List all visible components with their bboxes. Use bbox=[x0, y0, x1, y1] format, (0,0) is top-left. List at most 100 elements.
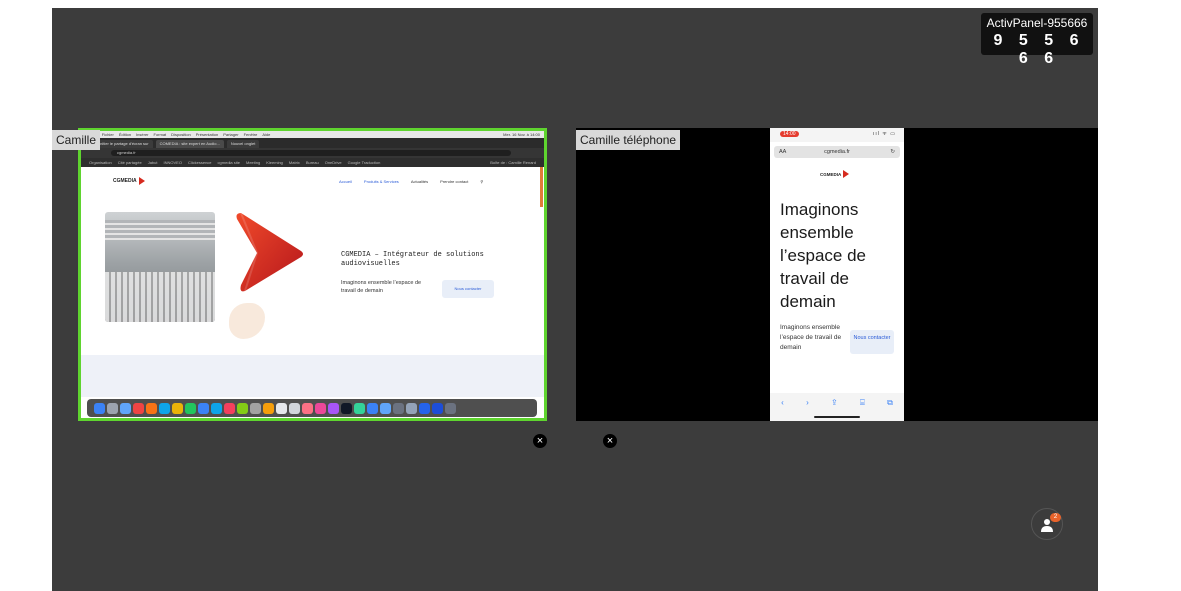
menu-item: Présentation bbox=[195, 132, 219, 137]
dock-app-icon bbox=[445, 402, 456, 414]
photo-chairs bbox=[105, 272, 215, 322]
panel-code: 9 5 5 6 6 6 bbox=[993, 32, 1085, 67]
dock-app-icon bbox=[432, 402, 443, 414]
bookmark: OneDrive bbox=[324, 160, 342, 165]
phone-status-bar: 14:00 ııl ᯤ ▭ bbox=[770, 128, 904, 142]
page-scrollbar bbox=[540, 167, 543, 207]
phone-site-logo: CGMEDIA bbox=[820, 170, 850, 178]
phone-hero-subtitle: Imaginons ensemble l’espace de travail d… bbox=[780, 324, 842, 351]
panel-id-badge: ActivPanel-955666 9 5 5 6 6 6 bbox=[981, 13, 1093, 67]
bookmark: Meeting bbox=[246, 160, 261, 165]
hero-photo bbox=[105, 212, 215, 322]
bookmark: Clickessence bbox=[187, 160, 212, 165]
phone-time: 14:00 bbox=[780, 131, 799, 137]
dock-app-icon bbox=[263, 402, 274, 414]
bookmark: Matrix bbox=[288, 160, 300, 165]
back-icon: ‹ bbox=[781, 398, 784, 407]
bookmark: Cité partagée bbox=[117, 160, 142, 165]
dock-app-icon bbox=[146, 402, 157, 414]
bookmarks-right: Boîte de : Camille Renard bbox=[490, 160, 536, 165]
bookmarks-bar: Organisation Cité partagée Jabut INNOVEO… bbox=[81, 158, 544, 167]
phone-signal-icons: ııl ᯤ ▭ bbox=[873, 131, 896, 137]
website-contact-button: Nous contacter bbox=[442, 280, 494, 298]
screen-share-tile[interactable]: Pages Fichier Édition Insérer Format Dis… bbox=[78, 128, 547, 421]
bookmark: INNOVEO bbox=[163, 160, 182, 165]
dock-app-icon bbox=[185, 402, 196, 414]
close-phone-tile-button[interactable]: × bbox=[603, 434, 617, 448]
phone-screen: 14:00 ııl ᯤ ▭ AA cgmedia.fr ↻ CGMEDIA Im… bbox=[770, 128, 904, 421]
dock-app-icon bbox=[315, 402, 326, 414]
menu-item: Édition bbox=[118, 132, 132, 137]
mac-clock: Mer. 16 Nov. à 14:00 bbox=[503, 132, 540, 137]
phone-contact-button: Nous contacter bbox=[850, 330, 894, 354]
decor-wave bbox=[81, 355, 544, 397]
hero-play-arrow-icon bbox=[236, 212, 303, 292]
mac-menubar: Pages Fichier Édition Insérer Format Dis… bbox=[81, 131, 544, 138]
dock-app-icon bbox=[224, 402, 235, 414]
bookmark: Organisation bbox=[89, 160, 112, 165]
dock-app-icon bbox=[406, 402, 417, 414]
browser-tab-active: COMEDIA : site expert en Audio... bbox=[155, 140, 224, 148]
browser-url-field: cgmedia.fr bbox=[111, 150, 511, 156]
dock-app-icon bbox=[237, 402, 248, 414]
dock-app-icon bbox=[133, 402, 144, 414]
panel-name: ActivPanel-955666 bbox=[986, 16, 1088, 30]
decor-blob bbox=[229, 303, 265, 339]
bookmark: cgmedia site bbox=[217, 160, 240, 165]
dock-app-icon bbox=[172, 402, 183, 414]
menu-item: Insérer bbox=[136, 132, 149, 137]
dock-app-icon bbox=[367, 402, 378, 414]
dock-app-icon bbox=[94, 402, 105, 414]
close-camille-tile-button[interactable]: × bbox=[533, 434, 547, 448]
dock-app-icon bbox=[419, 402, 430, 414]
dock-app-icon bbox=[211, 402, 222, 414]
bookmark: Google Traduction bbox=[347, 160, 381, 165]
dock-app-icon bbox=[289, 402, 300, 414]
website-hero-title: CGMEDIA – Intégrateur de solutions audio… bbox=[341, 251, 484, 268]
dock-app-icon bbox=[302, 402, 313, 414]
browser-tab: Initier le partage d’écran sur bbox=[95, 140, 153, 148]
nav-item: Actualités bbox=[410, 179, 429, 184]
menu-item: Disposition bbox=[171, 132, 191, 137]
dock-app-icon bbox=[354, 402, 365, 414]
bookmark: Bureau bbox=[305, 160, 319, 165]
website-page: CGMEDIA Accueil Produits & Services Actu… bbox=[81, 167, 544, 397]
search-icon: ⚲ bbox=[480, 179, 484, 184]
bookmarks-icon: ⌸ bbox=[860, 398, 865, 407]
nav-item: Produits & Services bbox=[363, 179, 399, 184]
browser-tab: Nouvel onglet bbox=[226, 140, 260, 148]
menu-item: Fenêtre bbox=[243, 132, 258, 137]
forward-icon: › bbox=[806, 398, 809, 407]
dock-app-icon bbox=[159, 402, 170, 414]
phone-url-text: cgmedia.fr bbox=[824, 149, 850, 155]
reload-icon: ↻ bbox=[890, 149, 895, 155]
dock-app-icon bbox=[328, 402, 339, 414]
dock-app-icon bbox=[393, 402, 404, 414]
website-logo: CGMEDIA bbox=[113, 177, 145, 185]
dock-app-icon bbox=[107, 402, 118, 414]
tile-label-camille: Camille bbox=[52, 130, 101, 150]
menu-item: Aide bbox=[262, 132, 271, 137]
menu-item: Fichier bbox=[101, 132, 114, 137]
website-nav: Accueil Produits & Services Actualités P… bbox=[339, 179, 483, 184]
dock-app-icon bbox=[380, 402, 391, 414]
phone-url-bar: AA cgmedia.fr ↻ bbox=[774, 146, 900, 158]
bookmark: Jabut bbox=[147, 160, 158, 165]
participants-count-badge: 2 bbox=[1050, 513, 1061, 522]
logo-play-icon bbox=[138, 177, 145, 185]
menu-item: Partager bbox=[223, 132, 239, 137]
tile-label-camille-phone: Camille téléphone bbox=[576, 130, 681, 150]
participants-button[interactable]: 2 bbox=[1031, 508, 1063, 540]
tabs-icon: ⧉ bbox=[887, 398, 893, 407]
dock-app-icon bbox=[198, 402, 209, 414]
phone-home-indicator bbox=[814, 416, 860, 418]
browser-tab-bar: Initier le partage d’écran sur COMEDIA :… bbox=[81, 138, 544, 148]
nav-item: Prendre contact bbox=[440, 179, 469, 184]
dock-app-icon bbox=[120, 402, 131, 414]
dock-app-icon bbox=[250, 402, 261, 414]
website-logo-text: CGMEDIA bbox=[113, 178, 137, 184]
bookmark: Kleeming bbox=[266, 160, 283, 165]
phone-share-tile[interactable]: Camille téléphone 14:00 ııl ᯤ ▭ AA cgmed… bbox=[576, 128, 1098, 421]
website-hero-subtitle: Imaginons ensemble l’espace de travail d… bbox=[341, 280, 422, 294]
logo-play-icon bbox=[843, 170, 850, 178]
